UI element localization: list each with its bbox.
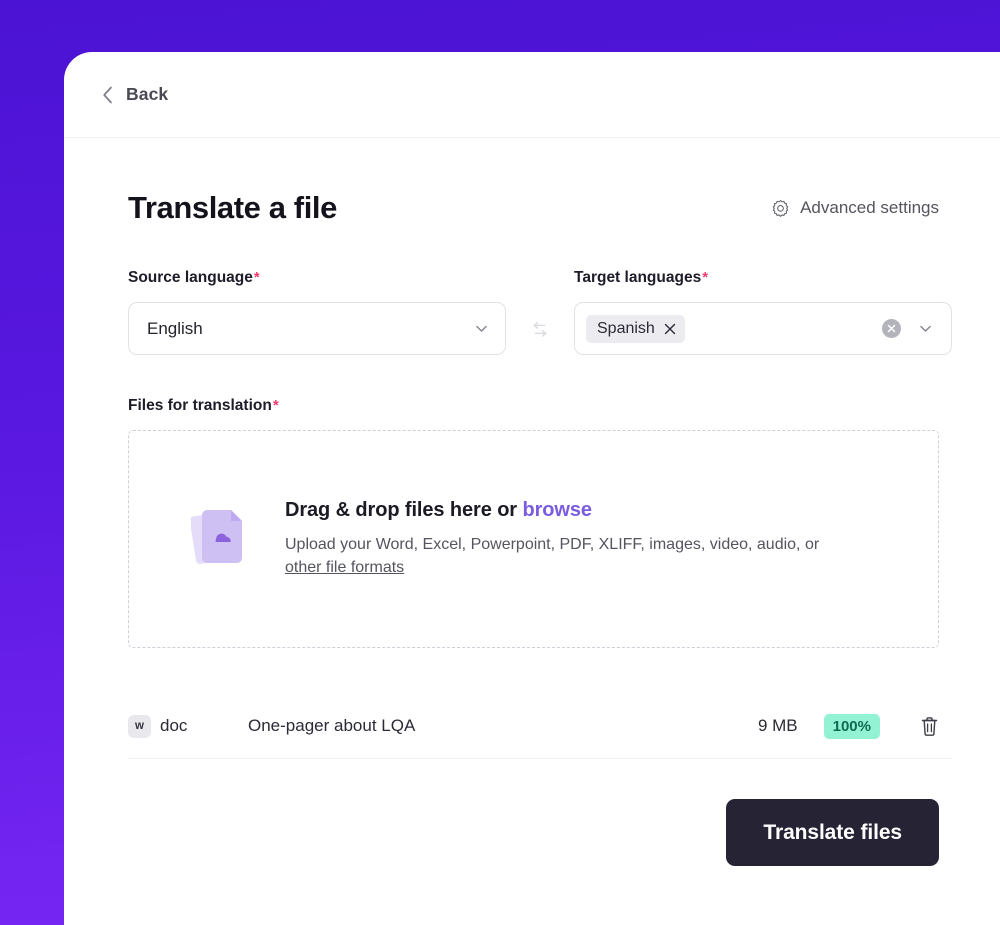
language-chip[interactable]: Spanish — [586, 314, 685, 343]
card-body: Translate a file Advanced settings Sourc… — [64, 138, 1000, 866]
advanced-settings-label: Advanced settings — [800, 198, 939, 217]
file-size-label: 9 MB — [757, 716, 798, 735]
translate-file-card: Back Translate a file Advanced settings … — [64, 52, 1000, 925]
title-row: Translate a file Advanced settings — [128, 190, 952, 226]
file-type-cell: w doc — [128, 714, 248, 738]
translate-files-button[interactable]: Translate files — [726, 799, 939, 866]
word-file-icon: w — [128, 714, 151, 738]
close-x-icon[interactable] — [664, 323, 676, 335]
gear-icon — [771, 199, 790, 218]
source-language-label: Source language * — [128, 269, 260, 286]
clear-circle-icon[interactable] — [882, 319, 901, 338]
table-row: w doc One-pager about LQA 9 MB 100% — [128, 694, 952, 759]
files-for-translation-section: Files for translation * Drag & drop file… — [128, 397, 952, 648]
files-for-translation-label: Files for translation * — [128, 397, 279, 414]
chevron-down-icon — [918, 321, 933, 336]
target-languages-field: Target languages * Spanish — [574, 269, 952, 355]
language-chip-label: Spanish — [597, 319, 655, 337]
other-file-formats-link[interactable]: other file formats — [285, 559, 404, 576]
file-extension-label: doc — [160, 716, 188, 735]
file-name-label: One-pager about LQA — [248, 716, 416, 735]
chevron-left-icon — [102, 86, 113, 104]
required-asterisk: * — [272, 397, 279, 414]
dropzone-subtext: Upload your Word, Excel, Powerpoint, PDF… — [285, 534, 850, 579]
dropzone-text: Drag & drop files here or browse Upload … — [285, 499, 850, 579]
dropzone-subtext-body: Upload your Word, Excel, Powerpoint, PDF… — [285, 535, 820, 553]
dropzone-headline-prefix: Drag & drop files here or — [285, 498, 523, 521]
advanced-settings-button[interactable]: Advanced settings — [771, 198, 939, 218]
footer-actions: Translate files — [128, 799, 952, 866]
target-languages-label: Target languages * — [574, 269, 709, 286]
file-dropzone[interactable]: Drag & drop files here or browse Upload … — [128, 430, 939, 648]
target-languages-select[interactable]: Spanish — [574, 302, 952, 355]
source-language-value: English — [147, 318, 203, 338]
back-button-label: Back — [126, 84, 169, 104]
back-button[interactable]: Back — [100, 80, 170, 109]
source-language-field: Source language * English — [128, 269, 506, 355]
chevron-down-icon — [474, 321, 489, 336]
swap-arrows-icon[interactable] — [530, 320, 550, 340]
required-asterisk: * — [702, 269, 709, 286]
status-badge: 100% — [823, 713, 880, 739]
page-title: Translate a file — [128, 190, 337, 225]
language-selection-row: Source language * English Target languag… — [128, 269, 952, 355]
required-asterisk: * — [253, 269, 260, 286]
swap-languages-wrap — [506, 269, 574, 340]
card-header: Back — [64, 52, 1000, 138]
browse-link[interactable]: browse — [522, 499, 592, 521]
stacked-documents-icon — [189, 504, 255, 574]
trash-icon[interactable] — [920, 716, 939, 737]
source-language-select[interactable]: English — [128, 302, 506, 355]
dropzone-headline: Drag & drop files here or browse — [285, 499, 850, 522]
